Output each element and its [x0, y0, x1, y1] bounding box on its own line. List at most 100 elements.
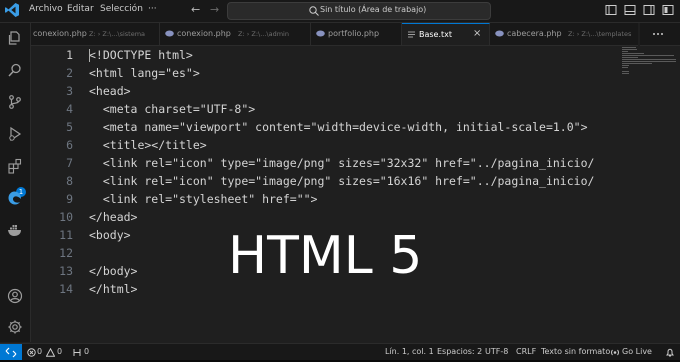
line-text: <meta name="viewport" content="width=dev… — [89, 120, 588, 134]
line-text: </head> — [89, 210, 138, 224]
edge-devtools-icon[interactable] — [7, 190, 23, 206]
code-line: 7 <link rel="icon" type="image/png" size… — [31, 154, 618, 172]
encoding[interactable]: UTF-8 — [485, 347, 508, 356]
cursor-position[interactable]: Lín. 1, col. 1 — [385, 347, 434, 356]
tab-conexion-admin[interactable]: conexion.php Z: › Z:\...\admin — [160, 23, 311, 45]
menu-seleccion[interactable]: Selección — [100, 4, 143, 14]
tab-portfolio[interactable]: portfolio.php — [311, 23, 402, 45]
minimap-line — [622, 55, 674, 56]
line-number: 8 — [66, 174, 73, 188]
line-text: <head> — [89, 84, 131, 98]
minimap-line — [622, 49, 637, 50]
remote-icon — [5, 347, 17, 358]
line-number: 13 — [59, 264, 73, 278]
warning-icon[interactable] — [46, 348, 55, 357]
code-line: 5 <meta name="viewport" content="width=d… — [31, 118, 618, 136]
go-live-icon — [611, 349, 619, 356]
tab-conexion-sistema[interactable]: conexion.php Z: › Z:\...\sistema — [31, 23, 160, 45]
code-line: 2 <html lang="es"> — [31, 64, 618, 82]
minimap-line — [622, 59, 676, 60]
tab-path: Z: › Z:\...\templates — [568, 30, 632, 38]
code-line: 4 <meta charset="UTF-8"> — [31, 100, 618, 118]
docker-icon[interactable] — [7, 222, 23, 238]
line-number: 7 — [66, 156, 73, 170]
warning-count[interactable]: 0 — [57, 347, 62, 356]
line-number: 1 — [66, 48, 73, 62]
explorer-icon[interactable] — [7, 30, 23, 46]
minimap-line — [622, 57, 638, 58]
toggle-secondary-sidebar-icon[interactable] — [643, 4, 655, 16]
line-text: <body> — [89, 228, 131, 242]
toggle-panel-icon[interactable] — [624, 4, 636, 16]
line-number: 2 — [66, 66, 73, 80]
editor-actions — [640, 23, 680, 46]
search-icon[interactable] — [7, 62, 23, 78]
ports-icon[interactable] — [72, 348, 82, 357]
toggle-sidebar-icon[interactable] — [605, 4, 617, 16]
customize-layout-icon[interactable] — [662, 4, 674, 16]
line-text: <link rel="icon" type="image/png" sizes=… — [89, 174, 595, 188]
end-of-line[interactable]: CRLF — [516, 347, 536, 356]
tab-label: portfolio.php — [328, 29, 380, 38]
code-line: 6 <title></title> — [31, 136, 618, 154]
activity-bar: 1 — [0, 23, 31, 342]
line-number: 12 — [59, 246, 73, 260]
forward-arrow-icon[interactable]: → — [210, 3, 219, 16]
search-icon — [309, 6, 319, 16]
tab-label: cabecera.php — [507, 29, 562, 38]
run-debug-icon[interactable] — [7, 126, 23, 142]
line-number: 3 — [66, 84, 73, 98]
title-bar: Archivo Editar Selección ··· ← → Sin tít… — [0, 0, 680, 23]
menu-archivo[interactable]: Archivo — [29, 4, 63, 14]
minimap-line — [622, 51, 628, 52]
tab-cabecera[interactable]: cabecera.php Z: › Z:\...\templates — [490, 23, 638, 45]
minimap-line — [622, 71, 629, 72]
language-mode[interactable]: Texto sin formato — [541, 347, 610, 356]
error-count[interactable]: 0 — [37, 347, 42, 356]
ports-count[interactable]: 0 — [84, 347, 89, 356]
remote-indicator[interactable] — [0, 344, 22, 361]
minimap-line — [622, 65, 629, 66]
editor-tabs: conexion.php Z: › Z:\...\sistema conexio… — [31, 23, 638, 46]
menu-more[interactable]: ··· — [148, 4, 157, 14]
extensions-icon[interactable] — [7, 158, 23, 174]
line-text: <!DOCTYPE html> — [89, 48, 193, 62]
line-number: 14 — [59, 282, 73, 296]
error-icon[interactable] — [27, 348, 36, 357]
tab-path: Z: › Z:\...\sistema — [89, 30, 146, 38]
minimap-line — [622, 61, 676, 62]
menu-editar[interactable]: Editar — [67, 4, 94, 14]
more-actions-icon[interactable] — [652, 29, 664, 39]
close-icon[interactable]: × — [473, 28, 481, 39]
php-file-icon — [316, 30, 325, 37]
line-number: 10 — [59, 210, 73, 224]
text-cursor — [89, 49, 90, 62]
code-line: 10 </head> — [31, 208, 618, 226]
back-arrow-icon[interactable]: ← — [191, 3, 200, 16]
line-number: 9 — [66, 192, 73, 206]
notifications-bell-icon[interactable] — [665, 348, 675, 357]
settings-gear-icon[interactable] — [7, 319, 23, 335]
line-number: 11 — [59, 228, 73, 242]
tab-label: conexion.php — [33, 29, 87, 38]
line-text: <html lang="es"> — [89, 66, 200, 80]
tab-base-txt[interactable]: Base.txt × — [402, 23, 490, 45]
code-editor[interactable]: 1 <!DOCTYPE html> 2 <html lang="es"> 3 <… — [31, 46, 618, 342]
go-live-button[interactable]: Go Live — [622, 347, 652, 356]
php-file-icon — [165, 30, 174, 37]
line-number: 4 — [66, 102, 73, 116]
indentation[interactable]: Espacios: 2 — [437, 347, 482, 356]
line-text: <link rel="stylesheet" href=""> — [89, 192, 318, 206]
minimap[interactable] — [618, 46, 680, 342]
line-number: 5 — [66, 120, 73, 134]
line-text: </body> — [89, 264, 138, 278]
line-text: </html> — [89, 282, 138, 296]
account-icon[interactable] — [7, 288, 23, 304]
source-control-icon[interactable] — [7, 94, 23, 110]
code-line: 9 <link rel="stylesheet" href=""> — [31, 190, 618, 208]
minimap-line — [622, 47, 636, 48]
php-file-icon — [495, 30, 504, 37]
command-center[interactable]: Sin título (Área de trabajo) — [227, 2, 491, 20]
line-text: <title></title> — [89, 138, 207, 152]
minimap-line — [622, 63, 652, 64]
